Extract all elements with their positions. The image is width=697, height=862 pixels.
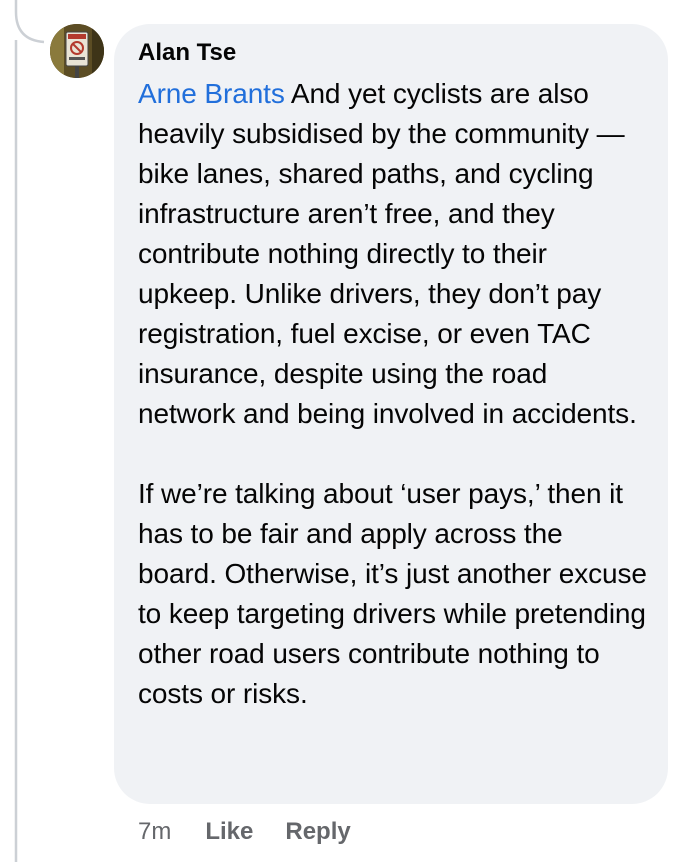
comment-body: Arne Brants And yet cyclists are also he… [138, 74, 648, 714]
mention-link[interactable]: Arne Brants [138, 78, 285, 109]
thread-connector-line [14, 0, 45, 862]
like-button[interactable]: Like [205, 818, 253, 846]
comment-paragraph-1: And yet cyclists are also heavily subsid… [138, 78, 637, 429]
paragraph-break [138, 434, 648, 474]
comment-timestamp[interactable]: 7m [138, 818, 171, 846]
reply-button[interactable]: Reply [285, 818, 350, 846]
comment-bubble: Alan Tse Arne Brants And yet cyclists ar… [114, 24, 668, 804]
comment-paragraph-2: If we’re talking about ‘user pays,’ then… [138, 478, 647, 709]
comment-actions: 7m Like Reply [138, 812, 351, 852]
avatar[interactable] [50, 24, 104, 78]
profile-photo-sign-icon [50, 24, 104, 78]
comment-author-name[interactable]: Alan Tse [138, 38, 648, 68]
